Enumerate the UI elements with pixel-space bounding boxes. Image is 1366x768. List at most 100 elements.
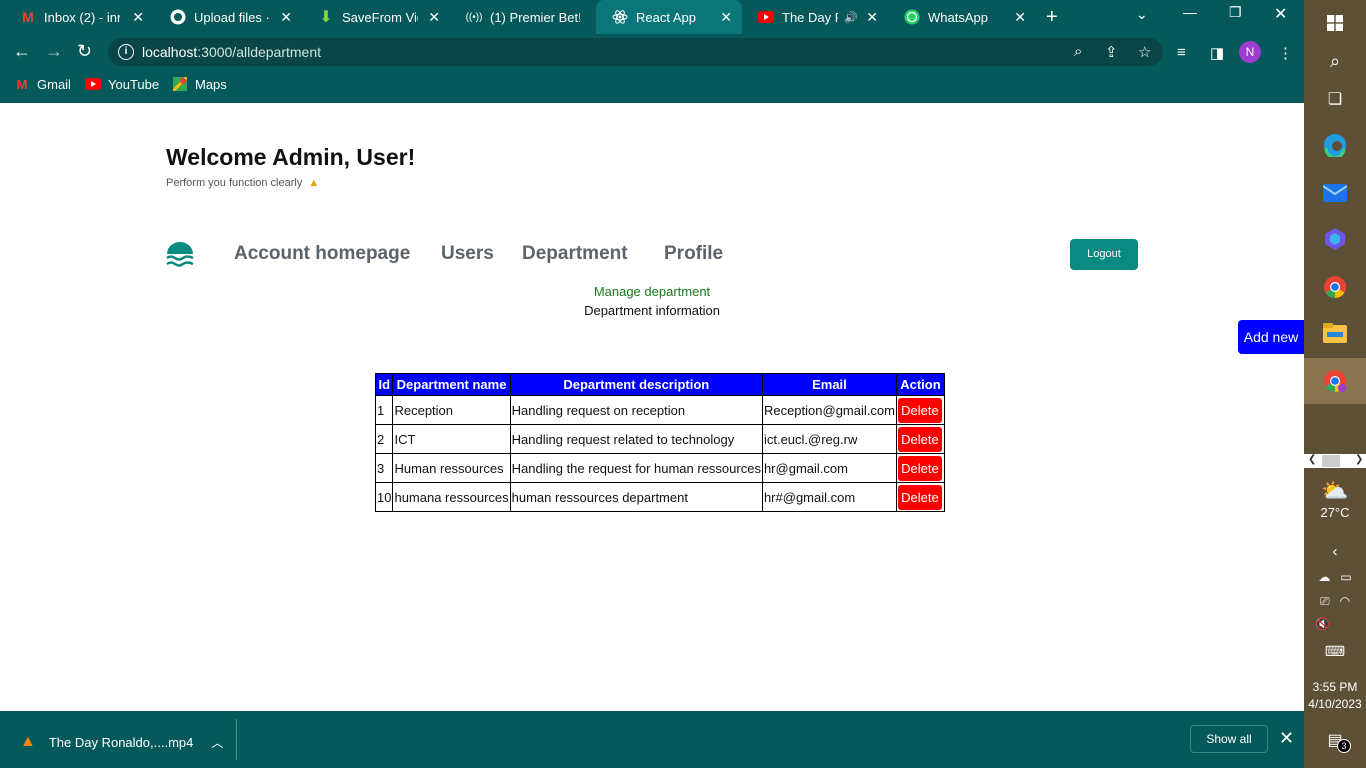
- task-view-icon[interactable]: ❏: [1304, 76, 1366, 122]
- tab-react-app[interactable]: React App ✕: [596, 0, 742, 34]
- onedrive-warning-icon[interactable]: ☁ ▭: [1304, 570, 1366, 584]
- cell-id: 1: [374, 395, 394, 425]
- add-new-button[interactable]: Add new: [1238, 320, 1304, 354]
- chrome-profile-icon[interactable]: [1304, 358, 1366, 404]
- close-icon[interactable]: ✕: [1014, 9, 1026, 26]
- show-all-button[interactable]: Show all: [1190, 725, 1268, 753]
- keyboard-icon[interactable]: ⌨: [1304, 643, 1366, 660]
- cell-action: Delete: [895, 453, 945, 483]
- manage-department-link: Manage department: [593, 284, 711, 299]
- cell-name: Human ressources: [392, 453, 511, 483]
- minimize-icon[interactable]: —: [1183, 4, 1197, 20]
- close-download-bar-icon[interactable]: ✕: [1279, 728, 1294, 749]
- taskbar-scrollbar[interactable]: ❮ ❯: [1304, 454, 1366, 468]
- nav-account-homepage[interactable]: Account homepage: [234, 243, 410, 265]
- table-row: 1 Reception Handling request on receptio…: [374, 395, 945, 425]
- column-header-email: Email: [761, 373, 897, 396]
- table-row: 10 humana ressources human ressources de…: [374, 482, 945, 512]
- chevron-up-icon[interactable]: ︿: [211, 734, 223, 751]
- delete-button[interactable]: Delete: [897, 455, 942, 481]
- premier-bet-icon: ((•)): [465, 11, 483, 23]
- delete-button[interactable]: Delete: [897, 426, 942, 452]
- share-icon[interactable]: ⇪: [1105, 43, 1118, 61]
- network-wifi-icon[interactable]: ⎚ ◠: [1304, 594, 1366, 609]
- weather-icon[interactable]: ⛅: [1304, 478, 1366, 504]
- back-icon[interactable]: ←: [13, 42, 31, 60]
- delete-button[interactable]: Delete: [897, 484, 942, 510]
- close-icon[interactable]: ✕: [428, 9, 440, 26]
- nav-department[interactable]: Department: [522, 243, 628, 265]
- url-text[interactable]: localhost:3000/alldepartment: [142, 44, 321, 60]
- edge-browser-icon[interactable]: [1304, 122, 1366, 168]
- tab-search-icon[interactable]: ⌄: [1136, 6, 1148, 23]
- clock-time[interactable]: 3:55 PM: [1304, 680, 1366, 694]
- clock-date[interactable]: 4/10/2023: [1304, 697, 1366, 711]
- cell-description: human ressources department: [509, 482, 763, 512]
- notification-center-icon[interactable]: ▤ 3: [1304, 730, 1366, 753]
- tab-gmail[interactable]: M Inbox (2) - innocent ✕: [4, 0, 154, 34]
- zoom-icon[interactable]: ⌕: [1074, 43, 1082, 60]
- show-hidden-icons-chevron-icon[interactable]: ‹: [1304, 543, 1366, 560]
- media-control-icon[interactable]: ≡: [1177, 44, 1186, 61]
- chrome-icon[interactable]: [1304, 264, 1366, 310]
- reload-icon[interactable]: ↻: [77, 42, 92, 60]
- cell-name: ICT: [392, 424, 511, 454]
- youtube-icon: [758, 9, 774, 25]
- logout-button[interactable]: Logout: [1070, 239, 1138, 270]
- new-tab-icon[interactable]: +: [1046, 6, 1058, 29]
- column-header-name: Department name: [392, 373, 511, 396]
- tab-premier-bet[interactable]: ((•)) (1) Premier Bet!: [450, 0, 596, 34]
- cell-description: Handling the request for human ressource…: [509, 453, 763, 483]
- table-header-row: Id Department name Department descriptio…: [374, 373, 945, 396]
- menu-kebab-icon[interactable]: ⋮: [1278, 44, 1293, 62]
- scroll-thumb[interactable]: [1322, 455, 1340, 467]
- column-header-description: Department description: [509, 373, 763, 396]
- forward-icon[interactable]: →: [45, 42, 63, 60]
- copilot-icon[interactable]: [1304, 216, 1366, 262]
- side-panel-icon[interactable]: ◨: [1210, 44, 1224, 62]
- cell-action: Delete: [895, 395, 945, 425]
- bookmark-youtube[interactable]: YouTube: [85, 76, 159, 92]
- profile-avatar[interactable]: N: [1239, 41, 1261, 63]
- address-bar[interactable]: i localhost:3000/alldepartment ⌕ ⇪ ☆: [108, 38, 1163, 66]
- close-window-icon[interactable]: ✕: [1274, 4, 1287, 24]
- nav-profile[interactable]: Profile: [664, 243, 723, 265]
- close-icon[interactable]: ✕: [280, 9, 292, 26]
- tab-savefrom[interactable]: ⬇ SaveFrom Video ✕: [302, 0, 450, 34]
- cell-action: Delete: [895, 424, 945, 454]
- gmail-icon: M: [16, 76, 28, 92]
- file-explorer-icon[interactable]: [1304, 310, 1366, 356]
- volume-muted-icon[interactable]: 🔇: [1304, 617, 1366, 631]
- tab-whatsapp[interactable]: WhatsApp ✕: [888, 0, 1036, 34]
- bookmark-maps[interactable]: Maps: [172, 76, 227, 92]
- table-row: 2 ICT Handling request related to techno…: [374, 424, 945, 454]
- download-bar: ▲ The Day Ronaldo,....mp4 ︿ Show all ✕: [0, 711, 1304, 768]
- cell-name: Reception: [392, 395, 511, 425]
- scroll-left-icon[interactable]: ❮: [1308, 454, 1316, 465]
- download-icon: ⬇: [319, 9, 333, 26]
- delete-button[interactable]: Delete: [897, 397, 942, 423]
- welcome-heading: Welcome Admin, User!: [166, 144, 416, 170]
- welcome-subtitle: Perform you function clearly ▲: [166, 177, 320, 189]
- cell-id: 10: [374, 482, 394, 512]
- restore-icon[interactable]: ❐: [1229, 4, 1242, 21]
- close-icon[interactable]: ✕: [866, 9, 878, 26]
- cell-description: Handling request related to technology: [509, 424, 763, 454]
- bookmark-star-icon[interactable]: ☆: [1138, 43, 1151, 61]
- bookmark-gmail[interactable]: M Gmail: [14, 76, 71, 92]
- mail-icon[interactable]: [1304, 170, 1366, 216]
- app-logo-waves-icon[interactable]: [166, 242, 194, 268]
- table-row: 3 Human ressources Handling the request …: [374, 453, 945, 483]
- close-icon[interactable]: ✕: [132, 9, 144, 26]
- scroll-right-icon[interactable]: ❯: [1355, 454, 1363, 465]
- speaker-icon[interactable]: 🔊: [844, 11, 858, 24]
- vlc-cone-icon: ▲: [20, 733, 36, 750]
- close-icon[interactable]: ✕: [720, 9, 732, 26]
- download-item[interactable]: ▲ The Day Ronaldo,....mp4 ︿: [20, 733, 223, 751]
- department-table: Id Department name Department descriptio…: [374, 373, 945, 512]
- tab-youtube[interactable]: The Day Ronaldo 🔊 ✕: [742, 0, 888, 34]
- react-icon: [612, 9, 628, 25]
- site-info-icon[interactable]: i: [118, 44, 134, 60]
- tab-github[interactable]: Upload files · main ✕: [154, 0, 302, 34]
- nav-users[interactable]: Users: [441, 243, 494, 265]
